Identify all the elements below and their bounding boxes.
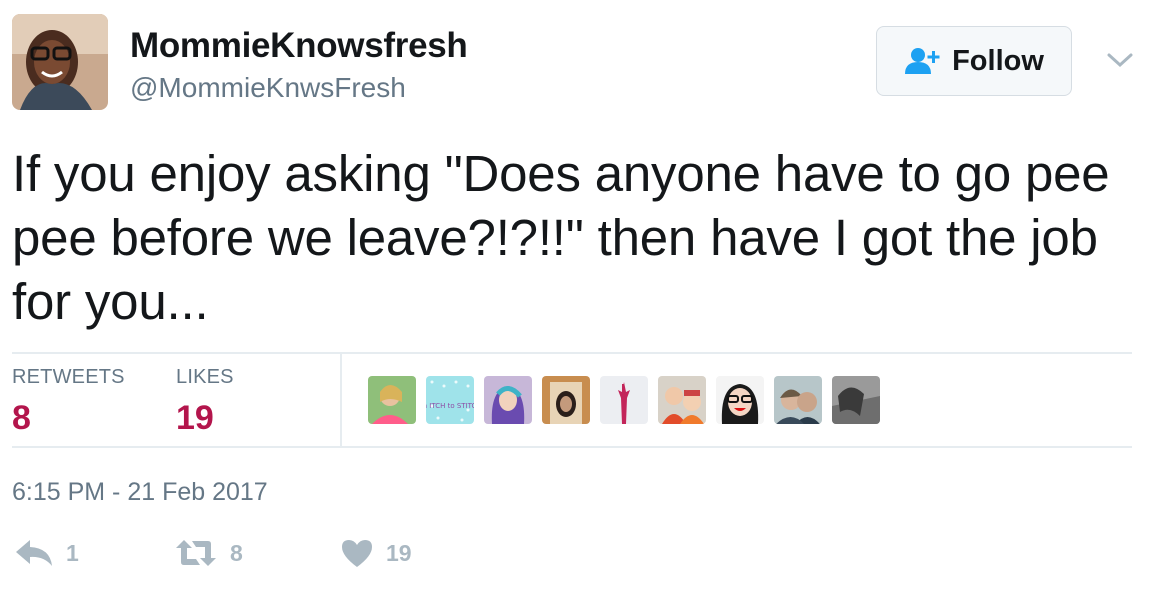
likes-label: LIKES: [176, 366, 234, 388]
divider: [12, 446, 1132, 448]
user-handle[interactable]: @MommieKnwsFresh: [130, 72, 406, 104]
heart-icon: [342, 540, 372, 567]
divider: [12, 352, 1132, 354]
avatar-photo: [12, 14, 108, 110]
retweet-icon: [176, 540, 216, 566]
liker-avatar[interactable]: [832, 376, 880, 424]
liker-avatar[interactable]: an ITCH to STITCH: [426, 376, 474, 424]
follow-user-plus-icon: [905, 48, 940, 74]
retweets-label: RETWEETS: [12, 366, 125, 388]
reply-icon: [16, 540, 52, 566]
liker-avatar[interactable]: [600, 376, 648, 424]
liker-avatar[interactable]: [716, 376, 764, 424]
retweets-stat[interactable]: RETWEETS 8: [12, 366, 125, 438]
retweet-count: 8: [230, 539, 243, 566]
retweets-count: 8: [12, 399, 31, 437]
reply-count: 1: [66, 539, 79, 566]
divider-vertical: [340, 352, 342, 448]
likers-avatar-list: an ITCH to STITCH: [368, 376, 880, 424]
likes-count: 19: [176, 399, 214, 437]
tweet-text: If you enjoy asking "Does anyone have to…: [12, 145, 1110, 330]
follow-button-label: Follow: [952, 44, 1044, 77]
liker-avatar-text: an ITCH to STITCH: [426, 402, 474, 410]
liker-avatar[interactable]: [368, 376, 416, 424]
chevron-down-icon[interactable]: [1106, 50, 1134, 70]
liker-avatar[interactable]: [484, 376, 532, 424]
like-button[interactable]: 19: [340, 538, 412, 568]
reply-button[interactable]: 1: [14, 538, 79, 568]
retweet-button[interactable]: 8: [174, 538, 243, 568]
user-display-name[interactable]: MommieKnowsfresh: [130, 26, 468, 66]
user-avatar[interactable]: [12, 14, 108, 110]
likes-stat[interactable]: LIKES 19: [176, 366, 234, 438]
liker-avatar[interactable]: [542, 376, 590, 424]
like-count: 19: [386, 539, 412, 566]
tweet-timestamp[interactable]: 6:15 PM - 21 Feb 2017: [12, 478, 268, 507]
liker-avatar[interactable]: [774, 376, 822, 424]
liker-avatar[interactable]: [658, 376, 706, 424]
follow-button[interactable]: Follow: [876, 26, 1072, 96]
